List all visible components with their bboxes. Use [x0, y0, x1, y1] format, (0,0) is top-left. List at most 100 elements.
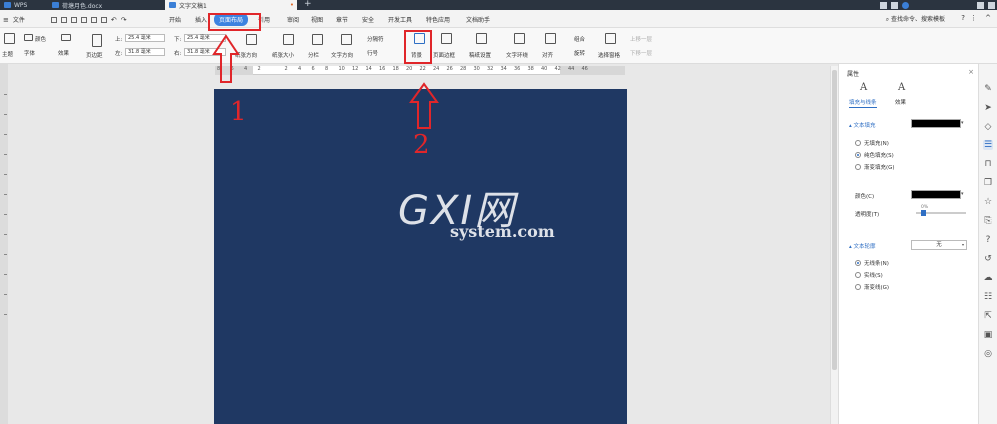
tab-document-hetang[interactable]: 荷塘月色.docx [48, 0, 160, 10]
command-search[interactable]: ⌕ 查找命令、搜索模板 [886, 14, 945, 24]
export-pdf-icon[interactable] [80, 16, 87, 23]
radio-button[interactable] [855, 284, 861, 290]
new-tab-button[interactable]: + [304, 0, 312, 9]
text-direction-button[interactable]: 文字方向 [331, 51, 353, 59]
location-icon[interactable]: ◎ [983, 349, 993, 359]
scrollbar-thumb[interactable] [832, 70, 837, 370]
radio-solid-line[interactable]: 实线(S) [855, 271, 883, 279]
group-button[interactable]: 组合 [574, 35, 585, 43]
tab-fill-line[interactable]: 填充与线条 [849, 98, 877, 108]
cloud-icon[interactable]: ☁ [983, 273, 993, 283]
open-folder-icon[interactable] [60, 16, 67, 23]
text-wrap-button[interactable]: 文字环绕 [506, 51, 528, 59]
tab-wps[interactable]: WPS [0, 0, 48, 10]
fill-line-icon[interactable]: A [860, 82, 867, 93]
archive-icon[interactable]: ☷ [983, 292, 993, 302]
outline-select[interactable]: 无 ▾ [911, 240, 967, 250]
effects-button[interactable]: 效果 [58, 49, 69, 57]
menu-icon[interactable]: ≡ [3, 16, 9, 24]
page-border-button[interactable]: 页面边框 [433, 51, 455, 59]
radio-button[interactable] [855, 140, 861, 146]
theme-icon[interactable] [4, 33, 15, 44]
radio-no-line[interactable]: 无线条(N) [855, 259, 889, 267]
menu-developer[interactable]: 开发工具 [388, 15, 412, 24]
rotate-button[interactable]: 旋转 [574, 49, 585, 57]
save-icon[interactable] [70, 16, 77, 23]
undo-icon[interactable]: ↶ [111, 16, 117, 24]
fill-color-select[interactable]: ▾ [911, 119, 964, 128]
font-theme-button[interactable]: 字体 [24, 49, 35, 57]
effect-icon[interactable]: A [898, 82, 905, 93]
more-icon[interactable]: ⋮ [970, 14, 977, 22]
draft-grid-button[interactable]: 稿纸设置 [469, 51, 491, 59]
bring-forward-button[interactable]: 上移一层 [630, 35, 652, 43]
horizontal-ruler[interactable]: 8 6 4 2 2 4 6 8 10 12 14 16 18 20 22 24 26 28 30 32 34 36 38 40… [215, 66, 625, 75]
radio-gradient-fill[interactable]: 渐变填充(G) [855, 163, 895, 171]
slider-knob[interactable] [921, 210, 926, 216]
radio-button[interactable] [855, 164, 861, 170]
close-tab-icon[interactable]: • [290, 1, 294, 9]
minimize-icon[interactable] [977, 1, 984, 9]
line-numbers-button[interactable]: 行号 [367, 49, 378, 57]
breaks-button[interactable]: 分隔符 [367, 35, 384, 43]
selection-pane-button[interactable]: 选择窗格 [598, 51, 620, 59]
send-backward-button[interactable]: 下移一层 [630, 49, 652, 57]
export-icon[interactable]: ⇱ [983, 311, 993, 321]
star-icon[interactable]: ☆ [983, 197, 993, 207]
radio-solid-fill[interactable]: 纯色填充(S) [855, 151, 894, 159]
columns-button[interactable]: 分栏 [308, 51, 319, 59]
pen-icon[interactable]: ✎ [983, 84, 993, 94]
transparency-slider[interactable]: 0% [916, 205, 966, 216]
properties-icon[interactable]: ☰ [983, 140, 993, 150]
avatar[interactable] [902, 1, 909, 9]
radio-gradient-line[interactable]: 渐变线(G) [855, 283, 889, 291]
radio-button[interactable] [855, 272, 861, 278]
fill-section-header[interactable]: ▴ 文本填充 [849, 121, 876, 129]
copy-icon[interactable]: ❐ [983, 178, 993, 188]
share-icon[interactable]: ⎘ [983, 216, 993, 226]
maximize-icon[interactable] [988, 1, 995, 9]
tab-label: WPS [14, 1, 28, 9]
top-margin-input[interactable]: 25.4 毫米 [125, 34, 165, 42]
window-icon[interactable] [880, 1, 887, 9]
restore-icon[interactable] [891, 1, 898, 9]
history-icon[interactable]: ↺ [983, 254, 993, 264]
outline-section-header[interactable]: ▴ 文本轮廓 [849, 242, 876, 250]
margins-button[interactable]: 页边距 [86, 51, 103, 59]
file-menu[interactable]: 文件 [13, 15, 25, 24]
properties-panel: 属性 × A A 填充与线条 效果 ▴ 文本填充 ▾ 无填充(N) 纯色填充(S… [838, 64, 978, 424]
radio-button-checked[interactable] [855, 152, 861, 158]
vertical-scrollbar[interactable] [830, 66, 838, 424]
menu-chapter[interactable]: 章节 [336, 15, 348, 24]
help-circle-icon[interactable]: ? [983, 235, 993, 245]
radio-button-checked[interactable] [855, 260, 861, 266]
align-button[interactable]: 对齐 [542, 51, 553, 59]
paper-size-button[interactable]: 纸张大小 [272, 51, 294, 59]
ruler-tick-label: 2 [257, 66, 261, 72]
lock-icon[interactable]: ⊓ [983, 159, 993, 169]
menu-review[interactable]: 审阅 [287, 15, 299, 24]
tab-effect[interactable]: 效果 [895, 98, 906, 106]
print-preview-icon[interactable] [100, 16, 107, 23]
left-margin-input[interactable]: 31.8 毫米 [125, 48, 165, 56]
radio-no-fill[interactable]: 无填充(N) [855, 139, 889, 147]
image-icon[interactable]: ▣ [983, 330, 993, 340]
collapse-ribbon-icon[interactable]: ^ [985, 14, 991, 22]
redo-icon[interactable]: ↷ [121, 16, 127, 24]
cursor-icon[interactable]: ➤ [983, 103, 993, 113]
menu-features[interactable]: 特色应用 [426, 15, 450, 24]
theme-button[interactable]: 主题 [2, 50, 13, 58]
menu-insert[interactable]: 插入 [195, 15, 207, 24]
color-select[interactable]: ▾ [911, 190, 964, 199]
shapes-icon[interactable]: ◇ [983, 122, 993, 132]
tab-document-active[interactable]: 文字文稿1 • [165, 0, 297, 10]
close-icon[interactable]: × [968, 68, 974, 76]
help-icon[interactable]: ? [961, 14, 965, 22]
menu-start[interactable]: 开始 [169, 15, 181, 24]
colors-button[interactable]: 颜色 [35, 35, 46, 43]
menu-view[interactable]: 视图 [311, 15, 323, 24]
menu-security[interactable]: 安全 [362, 15, 374, 24]
menu-doc-assistant[interactable]: 文档助手 [466, 15, 490, 24]
print-icon[interactable] [90, 16, 97, 23]
new-document-icon[interactable] [50, 16, 57, 23]
